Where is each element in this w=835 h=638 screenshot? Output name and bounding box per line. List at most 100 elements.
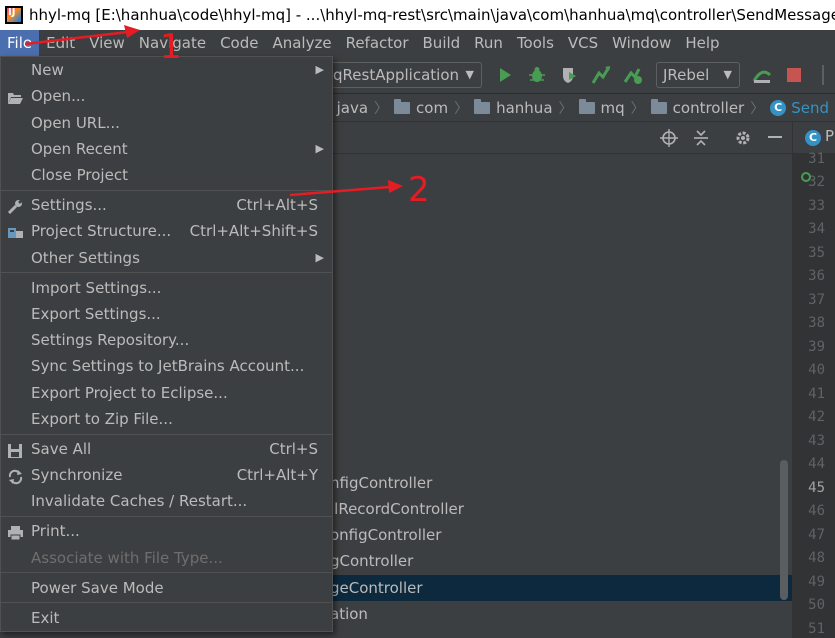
annotation-step-2: 2 bbox=[408, 170, 430, 210]
tree-item-label: geController bbox=[330, 579, 423, 597]
collapse-all-icon[interactable] bbox=[692, 129, 710, 147]
menu-item-open-url[interactable]: Open URL... bbox=[1, 110, 332, 136]
line-number: 41 bbox=[808, 386, 825, 402]
menu-vcs[interactable]: VCS bbox=[561, 30, 605, 56]
jrebel-config-select[interactable]: JRebel ▼ bbox=[656, 62, 740, 88]
package-icon bbox=[650, 98, 667, 114]
menu-item-open-recent[interactable]: Open Recent ▶ bbox=[1, 136, 332, 162]
tree-item-label: onfigController bbox=[330, 526, 442, 544]
menu-item-open[interactable]: Open... bbox=[1, 83, 332, 109]
chevron-right-icon: 〉 bbox=[558, 100, 573, 117]
breadcrumb-item-class[interactable]: C Send bbox=[770, 99, 829, 117]
menu-item-label: New bbox=[31, 61, 64, 79]
menu-item-export-eclipse[interactable]: Export Project to Eclipse... bbox=[1, 380, 332, 406]
menu-run[interactable]: Run bbox=[467, 30, 510, 56]
run-gutter-icon[interactable] bbox=[801, 172, 811, 182]
java-class-icon: C bbox=[770, 99, 787, 116]
menu-separator bbox=[1, 572, 332, 573]
run-config-select[interactable]: qRestApplication ▼ bbox=[326, 62, 482, 88]
jrebel-config-value: JRebel bbox=[663, 66, 710, 84]
menu-item-sync-settings[interactable]: Sync Settings to JetBrains Account... bbox=[1, 353, 332, 379]
stop-icon[interactable] bbox=[784, 65, 804, 85]
breadcrumb-item-controller[interactable]: controller bbox=[650, 98, 745, 117]
menu-edit[interactable]: Edit bbox=[39, 30, 82, 56]
menu-tools[interactable]: Tools bbox=[510, 30, 561, 56]
menu-item-label: Close Project bbox=[31, 166, 128, 184]
file-menu-dropdown: New ▶ Open... Open URL... Open Recent ▶ … bbox=[0, 56, 333, 632]
breadcrumb-label: hanhua bbox=[496, 98, 553, 117]
menu-build[interactable]: Build bbox=[416, 30, 468, 56]
menu-item-settings-repository[interactable]: Settings Repository... bbox=[1, 327, 332, 353]
line-number: 39 bbox=[808, 339, 825, 355]
menu-item-exit[interactable]: Exit bbox=[1, 605, 332, 631]
menu-item-other-settings[interactable]: Other Settings ▶ bbox=[1, 245, 332, 271]
menu-item-export-settings[interactable]: Export Settings... bbox=[1, 301, 332, 327]
line-number: 48 bbox=[808, 550, 825, 566]
run-config-value: qRestApplication bbox=[333, 66, 460, 84]
minimize-icon[interactable] bbox=[766, 129, 784, 147]
breadcrumb-label: controller bbox=[672, 98, 745, 117]
menu-item-label: Power Save Mode bbox=[31, 579, 164, 597]
menu-help[interactable]: Help bbox=[678, 30, 726, 56]
line-number: 47 bbox=[808, 527, 825, 543]
menu-item-shortcut: Ctrl+Alt+Y bbox=[236, 466, 318, 484]
breadcrumb-item-mq[interactable]: mq bbox=[578, 98, 625, 117]
project-structure-icon bbox=[7, 223, 24, 239]
chevron-down-icon: ▼ bbox=[723, 68, 732, 81]
printer-icon bbox=[7, 523, 24, 541]
menu-item-power-save-mode[interactable]: Power Save Mode bbox=[1, 575, 332, 601]
menu-code[interactable]: Code bbox=[213, 30, 265, 56]
jrebel-debug-icon[interactable] bbox=[623, 65, 643, 85]
menu-item-label: Print... bbox=[31, 522, 80, 540]
menu-item-label: Project Structure... bbox=[31, 222, 172, 240]
menu-item-import-settings[interactable]: Import Settings... bbox=[1, 275, 332, 301]
tree-scrollbar[interactable] bbox=[780, 460, 788, 600]
menu-analyze[interactable]: Analyze bbox=[265, 30, 338, 56]
menu-item-settings[interactable]: Settings... Ctrl+Alt+S bbox=[1, 192, 332, 218]
menu-item-label: Associate with File Type... bbox=[31, 549, 223, 567]
annotation-step-1: 1 bbox=[160, 27, 182, 67]
menu-window[interactable]: Window bbox=[605, 30, 678, 56]
line-number: 33 bbox=[808, 198, 825, 214]
menu-item-save-all[interactable]: Save All Ctrl+S bbox=[1, 436, 332, 462]
breadcrumb-item-hanhua[interactable]: hanhua bbox=[474, 98, 553, 117]
menu-item-export-zip[interactable]: Export to Zip File... bbox=[1, 406, 332, 432]
package-icon bbox=[578, 98, 595, 114]
package-icon bbox=[474, 98, 491, 114]
folder-open-icon bbox=[7, 88, 24, 104]
menu-item-label: Save All bbox=[31, 440, 92, 458]
line-number: 49 bbox=[808, 574, 825, 590]
chevron-down-icon: ▼ bbox=[465, 68, 474, 81]
chevron-right-icon: 〉 bbox=[750, 100, 765, 117]
menu-refactor[interactable]: Refactor bbox=[339, 30, 416, 56]
jrebel-run-icon[interactable] bbox=[591, 65, 611, 85]
coverage-icon[interactable] bbox=[559, 65, 579, 85]
jrebel-update-icon[interactable] bbox=[752, 65, 772, 85]
menu-item-label: Settings... bbox=[31, 196, 107, 214]
chevron-right-icon: 〉 bbox=[454, 100, 469, 117]
menu-item-project-structure[interactable]: Project Structure... Ctrl+Alt+Shift+S bbox=[1, 218, 332, 244]
menu-view[interactable]: View bbox=[82, 30, 132, 56]
window-title: hhyl-mq [E:\hanhua\code\hhyl-mq] - ...\h… bbox=[29, 6, 835, 24]
breadcrumb-label: Send bbox=[791, 98, 829, 117]
debug-icon[interactable] bbox=[527, 65, 547, 85]
menu-item-associate-file-type: Associate with File Type... bbox=[1, 545, 332, 571]
editor-gutter: 31 32 33 34 35 36 37 38 39 40 41 42 43 4… bbox=[792, 151, 835, 638]
menu-item-synchronize[interactable]: Synchronize Ctrl+Alt+Y bbox=[1, 462, 332, 488]
gear-icon[interactable] bbox=[734, 129, 752, 147]
breadcrumb-item-com[interactable]: com bbox=[394, 98, 448, 117]
menu-item-invalidate-caches[interactable]: Invalidate Caches / Restart... bbox=[1, 488, 332, 514]
menu-item-print[interactable]: Print... bbox=[1, 518, 332, 544]
menu-item-shortcut: Ctrl+Alt+S bbox=[236, 196, 318, 214]
line-number: 38 bbox=[808, 315, 825, 331]
tree-item-label: nfigController bbox=[330, 474, 433, 492]
tree-item-label: gController bbox=[330, 552, 414, 570]
menu-item-close-project[interactable]: Close Project bbox=[1, 162, 332, 188]
line-number: 34 bbox=[808, 221, 825, 237]
menu-file[interactable]: File bbox=[0, 30, 40, 56]
menu-item-label: Export Settings... bbox=[31, 305, 161, 323]
locate-file-icon[interactable] bbox=[660, 129, 678, 147]
run-icon[interactable] bbox=[495, 65, 515, 85]
sync-icon bbox=[7, 467, 24, 485]
menu-separator bbox=[1, 516, 332, 517]
